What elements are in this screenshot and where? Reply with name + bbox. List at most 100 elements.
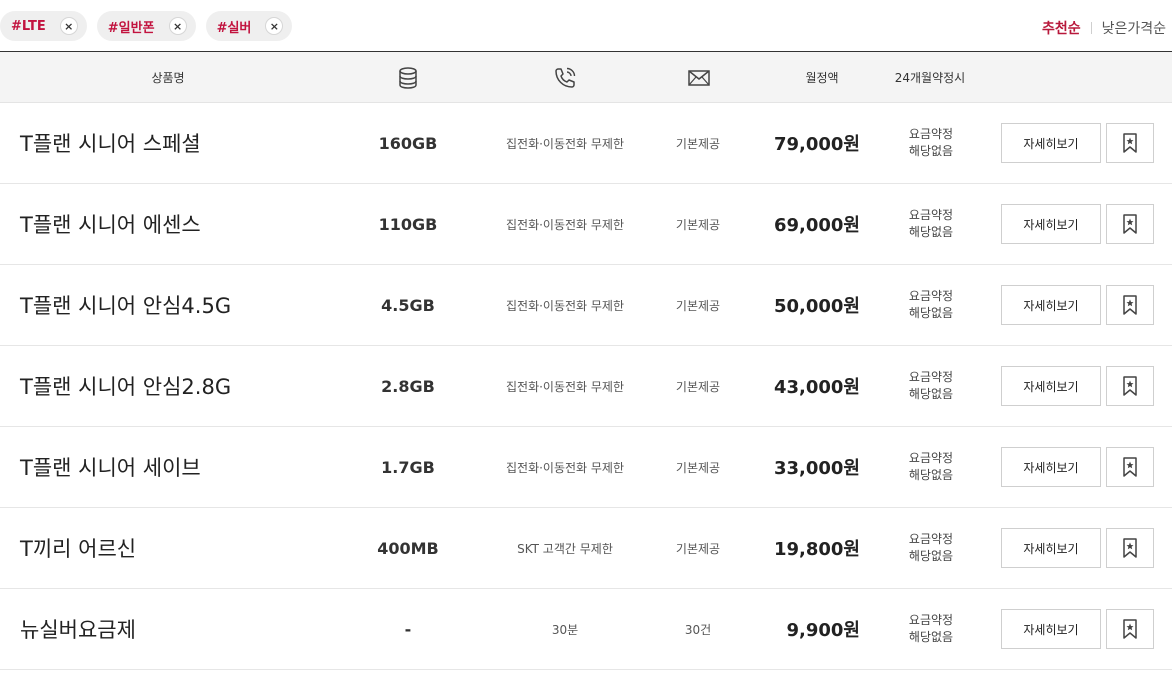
table-row: T플랜 시니어 에센스 110GB 집전화·이동전화 무제한 기본제공 69,0… (0, 184, 1172, 265)
sort-recommended[interactable]: 추천순 (1042, 18, 1081, 38)
plan-data: 400MB (377, 538, 439, 558)
remove-tag-icon[interactable]: × (265, 17, 284, 35)
remove-tag-icon[interactable]: × (59, 17, 78, 35)
plan-data: 1.7GB (381, 457, 435, 477)
remove-tag-icon[interactable]: × (168, 17, 187, 35)
plan-name: 뉴실버요금제 (20, 618, 136, 642)
plan-sms: 기본제공 (675, 217, 721, 232)
note-line-2: 해당없음 (908, 306, 954, 320)
plan-data: 160GB (378, 133, 438, 153)
plan-name: T플랜 시니어 안심4.5G (20, 294, 232, 318)
filter-tag-general-phone: #일반폰 × (96, 11, 196, 41)
details-button[interactable]: 자세히보기 (1001, 528, 1101, 568)
plan-contract-note: 요금약정해당없음 (900, 508, 962, 588)
bookmark-star-icon (1123, 376, 1137, 396)
bookmark-star-icon (1123, 214, 1137, 234)
note-line-1: 요금약정 (908, 208, 954, 222)
note-line-2: 해당없음 (908, 630, 954, 644)
details-button[interactable]: 자세히보기 (1001, 285, 1101, 325)
table-row: 뉴실버요금제 - 30분 30건 9,900원 요금약정해당없음 자세히보기 (0, 589, 1172, 670)
bookmark-button[interactable] (1106, 204, 1154, 244)
details-button[interactable]: 자세히보기 (1001, 609, 1101, 649)
plan-sms: 기본제공 (675, 541, 721, 556)
plan-contract-note: 요금약정해당없음 (900, 346, 962, 426)
plan-price: 50,000원 (773, 296, 860, 317)
plan-price: 43,000원 (773, 377, 860, 398)
table-row: T플랜 시니어 세이브 1.7GB 집전화·이동전화 무제한 기본제공 33,0… (0, 427, 1172, 508)
plan-data: - (404, 619, 412, 639)
plan-price: 69,000원 (773, 215, 860, 236)
details-button[interactable]: 자세히보기 (1001, 204, 1101, 244)
sort-lowest-price[interactable]: 낮은가격순 (1102, 18, 1166, 38)
plan-data: 4.5GB (381, 295, 435, 315)
filter-tag-label: #LTE (11, 18, 46, 34)
plan-voice: 집전화·이동전화 무제한 (505, 379, 625, 394)
bookmark-star-icon (1123, 538, 1137, 558)
table-header: 상품명 월정액 24개월약정시 (0, 51, 1172, 103)
bookmark-button[interactable] (1106, 366, 1154, 406)
plan-data: 110GB (378, 214, 438, 234)
details-button[interactable]: 자세히보기 (1001, 447, 1101, 487)
note-line-1: 요금약정 (908, 127, 954, 141)
bookmark-button[interactable] (1106, 123, 1154, 163)
filter-tag-label: #실버 (216, 20, 252, 36)
details-button[interactable]: 자세히보기 (1001, 123, 1101, 163)
plan-sms: 30건 (684, 622, 712, 637)
plan-name: T플랜 시니어 스페셜 (20, 132, 201, 156)
plan-name: T플랜 시니어 에센스 (20, 213, 201, 237)
sort-divider (1090, 22, 1092, 34)
plan-voice: 집전화·이동전화 무제한 (505, 217, 625, 232)
bookmark-star-icon (1123, 619, 1137, 639)
table-row: T플랜 시니어 안심2.8G 2.8GB 집전화·이동전화 무제한 기본제공 4… (0, 346, 1172, 427)
plan-voice: 집전화·이동전화 무제한 (505, 460, 625, 475)
plan-sms: 기본제공 (675, 136, 721, 151)
plan-contract-note: 요금약정 해당없음 (900, 427, 962, 507)
filter-tag-label: #일반폰 (107, 20, 155, 36)
bookmark-star-icon (1123, 295, 1137, 315)
filter-bar: #LTE × #일반폰 × #실버 × 추천순 낮은가격순 (0, 0, 1172, 51)
plan-name: T끼리 어르신 (20, 537, 137, 561)
plan-contract-note: 요금약정해당없음 (900, 103, 962, 183)
bookmark-button[interactable] (1106, 285, 1154, 325)
plan-contract-note: 요금약정해당없음 (900, 265, 962, 345)
note-line-2: 해당없음 (908, 225, 954, 239)
details-button[interactable]: 자세히보기 (1001, 366, 1101, 406)
table-row: T끼리 어르신 400MB SKT 고객간 무제한 기본제공 19,800원 요… (0, 508, 1172, 589)
plan-sms: 기본제공 (675, 379, 721, 394)
filter-tags: #LTE × #일반폰 × #실버 × (0, 11, 293, 41)
bookmark-button[interactable] (1106, 447, 1154, 487)
note-line-2: 해당없음 (908, 387, 954, 401)
plan-price: 79,000원 (773, 134, 860, 155)
plan-price: 33,000원 (773, 458, 860, 479)
plan-data: 2.8GB (381, 376, 435, 396)
plan-price: 9,900원 (786, 620, 861, 641)
plan-sms: 기본제공 (675, 298, 721, 313)
plan-sms: 기본제공 (675, 460, 721, 475)
plan-contract-note: 요금약정해당없음 (900, 589, 962, 669)
header-product-name: 상품명 (151, 71, 185, 85)
note-line-2: 해당없음 (908, 549, 954, 563)
filter-tag-lte: #LTE × (0, 11, 87, 41)
note-line-2: 해당없음 (908, 144, 954, 158)
note-line-1: 요금약정 (908, 532, 954, 546)
note-line-1: 요금약정 (908, 451, 954, 465)
plan-contract-note: 요금약정해당없음 (900, 184, 962, 264)
bookmark-button[interactable] (1106, 528, 1154, 568)
header-monthly-fee: 월정액 (805, 71, 839, 85)
filter-tag-silver: #실버 × (205, 11, 293, 41)
plan-voice: 집전화·이동전화 무제한 (505, 298, 625, 313)
note-line-1: 요금약정 (908, 613, 954, 627)
plan-price: 19,800원 (773, 539, 860, 560)
table-row: T플랜 시니어 안심4.5G 4.5GB 집전화·이동전화 무제한 기본제공 5… (0, 265, 1172, 346)
plan-voice: 집전화·이동전화 무제한 (505, 136, 625, 151)
note-line-1: 요금약정 (908, 370, 954, 384)
bookmark-button[interactable] (1106, 609, 1154, 649)
bookmark-star-icon (1123, 457, 1137, 477)
phone-ringing-icon (535, 52, 595, 103)
table-row: T플랜 시니어 스페셜 160GB 집전화·이동전화 무제한 기본제공 79,0… (0, 103, 1172, 184)
note-line-1: 요금약정 (908, 289, 954, 303)
plan-voice: SKT 고객간 무제한 (517, 541, 613, 556)
plan-name: T플랜 시니어 세이브 (20, 456, 201, 480)
header-contract: 24개월약정시 (894, 71, 966, 85)
plan-voice: 30분 (551, 622, 579, 637)
